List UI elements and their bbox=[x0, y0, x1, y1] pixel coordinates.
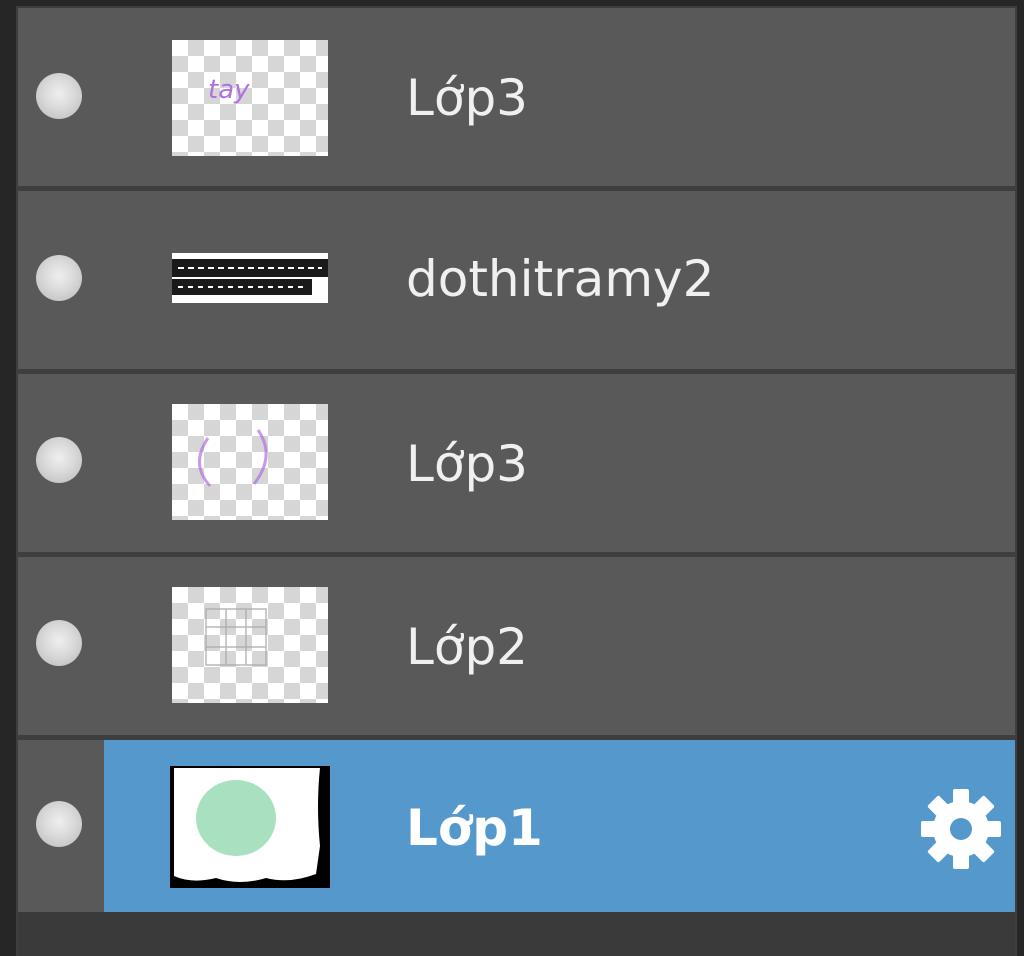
layer-name: Lớp3 bbox=[406, 69, 528, 127]
layer-name: Lớp2 bbox=[406, 618, 528, 676]
panel-right-border bbox=[1017, 0, 1024, 956]
visibility-dot-icon[interactable] bbox=[36, 255, 82, 301]
panel-left-border bbox=[0, 0, 16, 956]
layer-thumbnail bbox=[172, 404, 328, 520]
layers-panel: tay Lớp3 dothitramy2 Lớp3 Lớp2 Lớp1 bbox=[0, 0, 1024, 956]
thumbnail-grid-sketch bbox=[205, 608, 267, 666]
layer-name: Lớp1 bbox=[406, 799, 543, 857]
visibility-dot-icon[interactable] bbox=[36, 73, 82, 119]
layer-row-selected[interactable]: Lớp1 bbox=[18, 740, 1015, 912]
layer-row[interactable]: Lớp3 bbox=[18, 374, 1015, 552]
layer-name: Lớp3 bbox=[406, 435, 528, 493]
visibility-dot-icon[interactable] bbox=[36, 801, 82, 847]
svg-text:tay: tay bbox=[208, 75, 250, 105]
layer-thumbnail bbox=[172, 253, 328, 303]
layer-thumbnail bbox=[170, 766, 330, 888]
panel-top-border bbox=[0, 0, 1024, 6]
thumbnail-text-art: tay bbox=[208, 75, 250, 105]
layer-name: dothitramy2 bbox=[406, 250, 715, 308]
layer-thumbnail: tay bbox=[172, 40, 328, 156]
layer-thumbnail bbox=[172, 587, 328, 703]
layer-row[interactable]: Lớp2 bbox=[18, 557, 1015, 735]
layer-row[interactable]: tay Lớp3 bbox=[18, 8, 1015, 186]
visibility-dot-icon[interactable] bbox=[36, 620, 82, 666]
visibility-dot-icon[interactable] bbox=[36, 437, 82, 483]
gear-icon[interactable] bbox=[916, 784, 1006, 874]
panel-footer bbox=[18, 912, 1015, 956]
thumbnail-circle-art bbox=[198, 429, 268, 488]
thumbnail-green-blob bbox=[174, 768, 320, 882]
layer-row[interactable]: dothitramy2 bbox=[18, 191, 1015, 369]
thumbnail-text-strip bbox=[172, 259, 328, 295]
